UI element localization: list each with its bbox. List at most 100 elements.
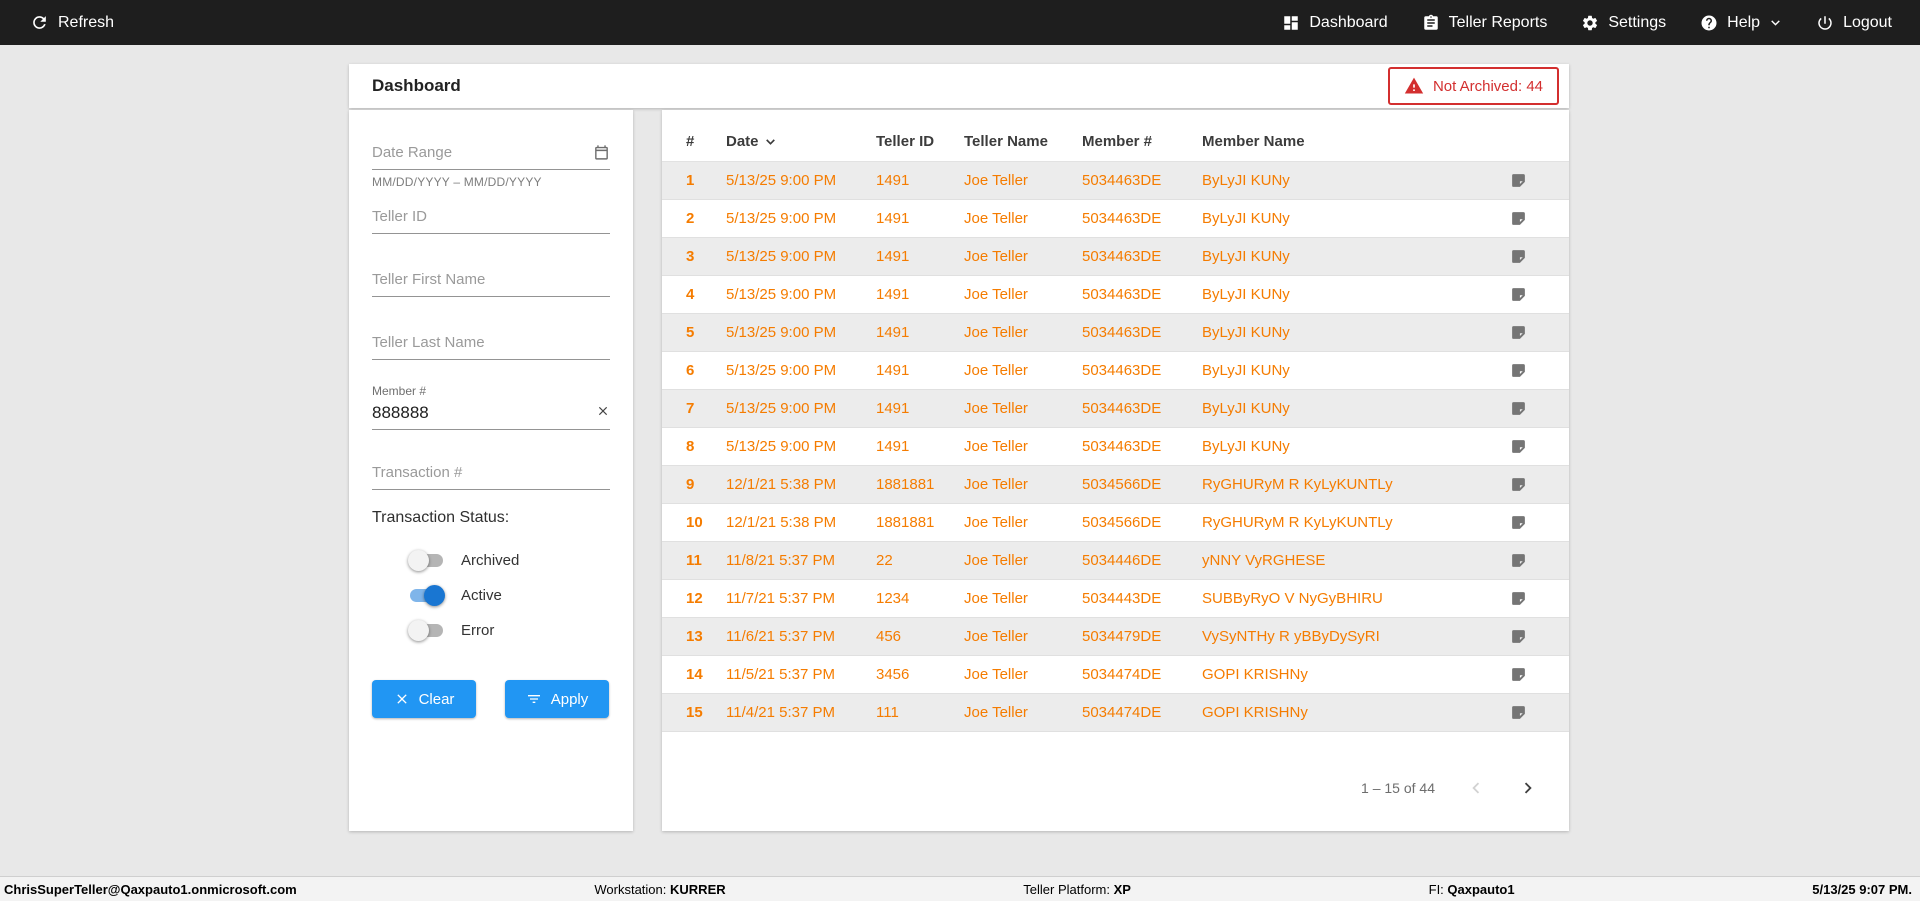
toggle-active[interactable]: Active xyxy=(408,578,610,613)
nav-dashboard[interactable]: Dashboard xyxy=(1282,14,1388,32)
row-member-number: 5034463DE xyxy=(1082,172,1162,189)
nav-settings[interactable]: Settings xyxy=(1581,14,1666,32)
note-icon[interactable] xyxy=(1510,590,1527,607)
toggle-archived-label: Archived xyxy=(461,552,520,569)
row-member-number: 5034463DE xyxy=(1082,248,1162,265)
toggle-error[interactable]: Error xyxy=(408,613,610,648)
toggle-switch[interactable] xyxy=(408,620,445,641)
note-icon[interactable] xyxy=(1510,248,1527,265)
toggle-archived[interactable]: Archived xyxy=(408,543,610,578)
note-icon[interactable] xyxy=(1510,362,1527,379)
table-row[interactable]: 3 5/13/25 9:00 PM 1491 Joe Teller 5034463DE B… xyxy=(662,238,1569,276)
row-date: 5/13/25 9:00 PM xyxy=(726,362,837,379)
pagination-range: 1 – 15 of 44 xyxy=(1361,780,1435,796)
col-date-sortable[interactable]: Date xyxy=(726,133,876,150)
clear-button[interactable]: Clear xyxy=(372,680,476,718)
row-member-number: 5034463DE xyxy=(1082,400,1162,417)
col-member-number: Member # xyxy=(1082,133,1153,150)
row-teller-name: Joe Teller xyxy=(964,172,1028,189)
date-range-field: MM/DD/YYYY – MM/DD/YYYY xyxy=(372,140,610,189)
note-icon[interactable] xyxy=(1510,324,1527,341)
refresh-button[interactable]: Refresh xyxy=(30,13,114,32)
apply-button[interactable]: Apply xyxy=(505,680,609,718)
note-icon[interactable] xyxy=(1510,666,1527,683)
note-icon[interactable] xyxy=(1510,172,1527,189)
clear-member-icon[interactable] xyxy=(596,404,610,418)
row-teller-name: Joe Teller xyxy=(964,400,1028,417)
sort-desc-icon xyxy=(764,135,777,148)
table-row[interactable]: 15 11/4/21 5:37 PM 111 Joe Teller 5034474DE G… xyxy=(662,694,1569,732)
table-row[interactable]: 8 5/13/25 9:00 PM 1491 Joe Teller 5034463DE B… xyxy=(662,428,1569,466)
table-row[interactable]: 13 11/6/21 5:37 PM 456 Joe Teller 5034479DE V… xyxy=(662,618,1569,656)
nav-logout[interactable]: Logout xyxy=(1816,14,1892,32)
row-teller-id: 1491 xyxy=(876,438,910,455)
dashboard-icon xyxy=(1282,14,1300,32)
page-title: Dashboard xyxy=(372,76,461,95)
note-icon[interactable] xyxy=(1510,552,1527,569)
not-archived-alert[interactable]: Not Archived: 44 xyxy=(1387,67,1559,105)
toggle-switch[interactable] xyxy=(408,550,445,571)
nav-teller-reports[interactable]: Teller Reports xyxy=(1422,14,1547,32)
row-member-number: 5034443DE xyxy=(1082,590,1162,607)
table-row[interactable]: 12 11/7/21 5:37 PM 1234 Joe Teller 5034443DE… xyxy=(662,580,1569,618)
row-date: 12/1/21 5:38 PM xyxy=(726,514,837,531)
date-range-input[interactable] xyxy=(372,140,610,170)
note-icon[interactable] xyxy=(1510,286,1527,303)
toggle-switch[interactable] xyxy=(408,585,445,606)
nav-help[interactable]: Help xyxy=(1700,14,1782,32)
row-number: 13 xyxy=(686,628,703,645)
row-member-name: VySyNTHy R yBByDySyRI xyxy=(1202,628,1380,645)
status-bar: ChrisSuperTeller@Qaxpauto1.onmicrosoft.c… xyxy=(0,876,1920,901)
teller-last-name-input[interactable] xyxy=(372,330,610,360)
row-number: 15 xyxy=(686,704,703,721)
nav-logout-label: Logout xyxy=(1843,13,1892,31)
note-icon[interactable] xyxy=(1510,628,1527,645)
member-number-input[interactable] xyxy=(372,400,610,430)
row-number: 6 xyxy=(686,362,695,379)
row-number: 1 xyxy=(686,172,695,189)
results-panel: # Date Teller ID Teller Name Member # Me… xyxy=(662,110,1569,831)
teller-first-name-input[interactable] xyxy=(372,267,610,297)
table-row[interactable]: 4 5/13/25 9:00 PM 1491 Joe Teller 5034463DE B… xyxy=(662,276,1569,314)
apply-button-label: Apply xyxy=(550,690,589,708)
note-icon[interactable] xyxy=(1510,704,1527,721)
table-row[interactable]: 2 5/13/25 9:00 PM 1491 Joe Teller 5034463DE B… xyxy=(662,200,1569,238)
row-teller-name: Joe Teller xyxy=(964,476,1028,493)
table-row[interactable]: 10 12/1/21 5:38 PM 1881881 Joe Teller 503456… xyxy=(662,504,1569,542)
footer-workstation: Workstation: KURRER xyxy=(594,881,726,897)
row-teller-id: 1491 xyxy=(876,362,910,379)
table-row[interactable]: 11 11/8/21 5:37 PM 22 Joe Teller 5034446DE yN… xyxy=(662,542,1569,580)
table-row[interactable]: 1 5/13/25 9:00 PM 1491 Joe Teller 5034463DE B… xyxy=(662,162,1569,200)
table-row[interactable]: 7 5/13/25 9:00 PM 1491 Joe Teller 5034463DE B… xyxy=(662,390,1569,428)
row-teller-name: Joe Teller xyxy=(964,438,1028,455)
note-icon[interactable] xyxy=(1510,438,1527,455)
table-row[interactable]: 6 5/13/25 9:00 PM 1491 Joe Teller 5034463DE B… xyxy=(662,352,1569,390)
note-icon[interactable] xyxy=(1510,514,1527,531)
filter-icon xyxy=(526,691,542,707)
prev-page-button[interactable] xyxy=(1465,777,1487,799)
note-icon[interactable] xyxy=(1510,400,1527,417)
toggle-active-label: Active xyxy=(461,587,502,604)
note-icon[interactable] xyxy=(1510,476,1527,493)
row-teller-id: 1491 xyxy=(876,248,910,265)
chevron-down-icon xyxy=(1769,16,1782,29)
table-row[interactable]: 14 11/5/21 5:37 PM 3456 Joe Teller 5034474DE… xyxy=(662,656,1569,694)
calendar-icon[interactable] xyxy=(593,144,610,161)
row-member-name: ByLyJI KUNy xyxy=(1202,324,1290,341)
row-member-name: RyGHURyM R KyLyKUNTLy xyxy=(1202,514,1393,531)
teller-id-input[interactable] xyxy=(372,204,610,234)
row-number: 10 xyxy=(686,514,703,531)
row-teller-name: Joe Teller xyxy=(964,324,1028,341)
transaction-number-input[interactable] xyxy=(372,460,610,490)
note-icon[interactable] xyxy=(1510,210,1527,227)
row-teller-id: 1491 xyxy=(876,172,910,189)
row-date: 11/6/21 5:37 PM xyxy=(726,628,835,645)
row-teller-name: Joe Teller xyxy=(964,704,1028,721)
next-page-button[interactable] xyxy=(1517,777,1539,799)
pagination: 1 – 15 of 44 xyxy=(1361,777,1539,799)
table-row[interactable]: 9 12/1/21 5:38 PM 1881881 Joe Teller 5034566… xyxy=(662,466,1569,504)
row-teller-name: Joe Teller xyxy=(964,286,1028,303)
row-teller-id: 1491 xyxy=(876,324,910,341)
row-number: 14 xyxy=(686,666,703,683)
table-row[interactable]: 5 5/13/25 9:00 PM 1491 Joe Teller 5034463DE B… xyxy=(662,314,1569,352)
